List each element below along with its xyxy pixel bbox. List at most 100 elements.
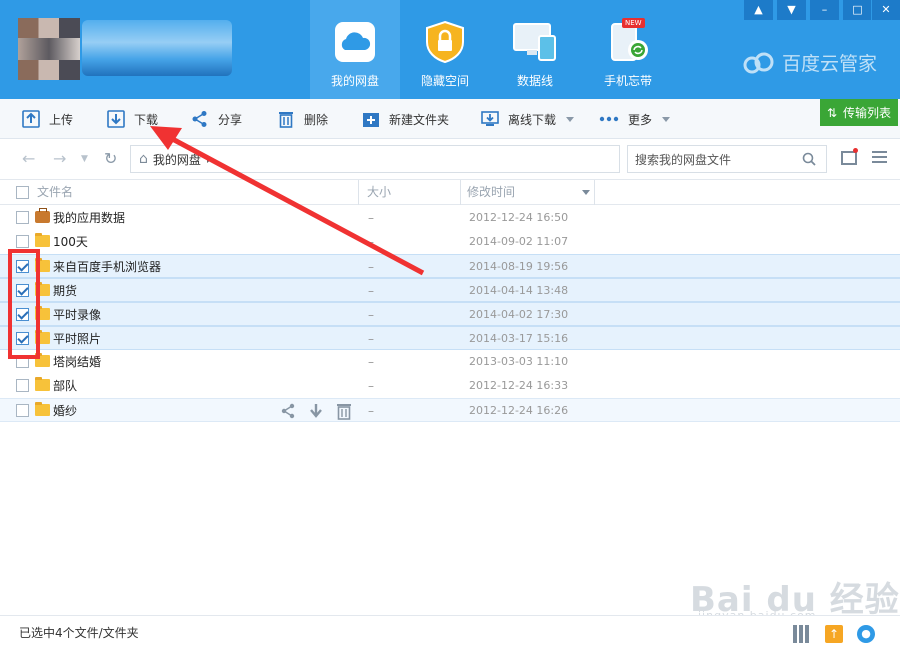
table-row[interactable]: 期货 – 2014-04-14 13:48 [0, 278, 900, 302]
transfer-arrows-icon: ⇅ [826, 105, 838, 120]
toolbar: 上传 下载 分享 删除 新建文件夹 离线下载 更多 [0, 99, 900, 139]
table-row[interactable]: 塔岗结婚 – 2013-03-03 11:10 [0, 350, 900, 374]
close-icon[interactable]: ✕ [871, 0, 900, 20]
delete-label: 删除 [304, 112, 329, 127]
file-name[interactable]: 100天 [53, 230, 88, 254]
row-checkbox[interactable] [16, 379, 29, 392]
app-data-briefcase-icon [35, 208, 50, 223]
back-arrow-icon[interactable]: ← [22, 149, 35, 168]
breadcrumb[interactable]: ⌂ 我的网盘 [130, 145, 620, 173]
column-divider[interactable] [358, 180, 359, 205]
select-all-checkbox[interactable] [16, 186, 29, 199]
table-row[interactable]: 100天 – 2014-09-02 11:07 [0, 230, 900, 254]
row-checkbox[interactable] [16, 404, 29, 417]
nav-label: 隐藏空间 [420, 74, 469, 88]
selection-count: 已选中4个文件/文件夹 [19, 626, 139, 640]
share-button[interactable]: 分享 [191, 99, 242, 139]
view-toggle-icon[interactable] [841, 151, 857, 165]
file-name[interactable]: 平时录像 [53, 303, 101, 327]
new-folder-button[interactable]: 新建文件夹 [362, 99, 449, 139]
chevron-down-icon[interactable] [662, 116, 671, 122]
file-modified: 2014-04-14 13:48 [469, 284, 569, 297]
nav-my-drive[interactable]: 我的网盘 [310, 0, 400, 99]
notification-bell-icon[interactable]: ▲ [743, 0, 773, 20]
table-row[interactable]: 我的应用数据 – 2012-12-24 16:50 [0, 206, 900, 230]
file-modified: 2012-12-24 16:26 [469, 404, 569, 417]
file-size: – [368, 260, 374, 274]
file-name[interactable]: 平时照片 [53, 327, 101, 351]
search-placeholder: 搜索我的网盘文件 [635, 152, 732, 167]
file-name[interactable]: 来自百度手机浏览器 [53, 255, 161, 279]
username-blurred [82, 20, 232, 76]
share-icon [191, 110, 209, 128]
download-label: 下载 [134, 112, 159, 127]
table-row[interactable]: 婚纱 – 2012-12-24 16:26 [0, 398, 900, 422]
minimize-icon[interactable]: – [809, 0, 839, 20]
nav-phone-forgot[interactable]: NEW 手机忘带 [583, 0, 673, 99]
folder-icon [35, 233, 50, 247]
maximize-icon[interactable]: □ [842, 0, 872, 20]
refresh-icon[interactable]: ↻ [104, 149, 117, 168]
forward-arrow-icon[interactable]: → [53, 149, 66, 168]
baidu-cloud-logo-icon [742, 52, 776, 74]
file-table-header: 文件名 大小 修改时间 [0, 179, 900, 205]
new-folder-icon [362, 110, 380, 128]
column-header-size[interactable]: 大小 [367, 180, 391, 205]
history-dropdown-icon[interactable]: ▼ [81, 154, 88, 164]
chevron-down-icon[interactable] [566, 116, 575, 122]
column-divider[interactable] [460, 180, 461, 205]
row-checkbox[interactable] [16, 235, 29, 248]
delete-button[interactable]: 删除 [277, 99, 328, 139]
download-button[interactable]: 下载 [107, 99, 158, 139]
row-download-icon[interactable] [307, 402, 325, 420]
grid-apps-icon[interactable] [793, 625, 811, 643]
file-modified: 2014-09-02 11:07 [469, 235, 569, 248]
row-trash-icon[interactable] [335, 402, 353, 420]
more-dots-icon [599, 110, 619, 128]
file-size: – [368, 379, 374, 393]
breadcrumb-item-my-drive[interactable]: 我的网盘 [153, 151, 201, 168]
home-icon[interactable]: ⌂ [139, 151, 148, 167]
search-icon[interactable] [802, 152, 816, 169]
lock-status-icon[interactable]: ● [857, 625, 875, 643]
file-size: – [368, 332, 374, 346]
app-header: 我的网盘 隐藏空间 数据线 NEW 手机忘带 百度云管家 ▲ ▼ – □ ✕ [0, 0, 900, 99]
row-checkbox[interactable] [16, 211, 29, 224]
breadcrumb-chevron-icon[interactable] [206, 155, 212, 163]
transfer-list-label: 传输列表 [843, 106, 892, 120]
table-row[interactable]: 平时照片 – 2014-03-17 15:16 [0, 326, 900, 350]
file-name[interactable]: 塔岗结婚 [53, 350, 101, 374]
trash-icon [277, 110, 295, 128]
table-row[interactable]: 平时录像 – 2014-04-02 17:30 [0, 302, 900, 326]
list-view-icon[interactable] [872, 151, 887, 165]
file-name[interactable]: 我的应用数据 [53, 206, 125, 230]
table-row[interactable]: 部队 – 2012-12-24 16:33 [0, 374, 900, 398]
upload-status-icon[interactable]: ↑ [825, 625, 843, 643]
more-label: 更多 [628, 112, 653, 127]
search-input[interactable]: 搜索我的网盘文件 [627, 145, 827, 173]
file-name[interactable]: 部队 [53, 374, 77, 398]
file-modified: 2014-08-19 19:56 [469, 260, 569, 273]
column-header-name[interactable]: 文件名 [37, 180, 73, 205]
file-name[interactable]: 婚纱 [53, 399, 77, 423]
upload-label: 上传 [49, 112, 74, 127]
nav-data-cable[interactable]: 数据线 [490, 0, 580, 99]
transfer-list-button[interactable]: ⇅ 传输列表 [820, 99, 898, 126]
new-folder-label: 新建文件夹 [389, 112, 450, 127]
column-header-modified[interactable]: 修改时间 [467, 180, 515, 205]
nav-hidden-space[interactable]: 隐藏空间 [400, 0, 490, 99]
nav-label: 数据线 [516, 74, 553, 88]
upload-button[interactable]: 上传 [22, 99, 73, 139]
offline-download-button[interactable]: 离线下载 [481, 99, 575, 139]
menu-dropdown-icon[interactable]: ▼ [776, 0, 806, 20]
file-size: – [368, 284, 374, 298]
column-divider[interactable] [594, 180, 595, 205]
row-share-icon[interactable] [279, 402, 297, 420]
sort-desc-icon[interactable] [582, 190, 590, 195]
offline-download-label: 离线下载 [508, 112, 557, 127]
avatar[interactable] [18, 18, 80, 80]
table-row[interactable]: 来自百度手机浏览器 – 2014-08-19 19:56 [0, 254, 900, 278]
file-name[interactable]: 期货 [53, 279, 77, 303]
more-button[interactable]: 更多 [599, 99, 671, 139]
data-cable-devices-icon [511, 20, 559, 64]
